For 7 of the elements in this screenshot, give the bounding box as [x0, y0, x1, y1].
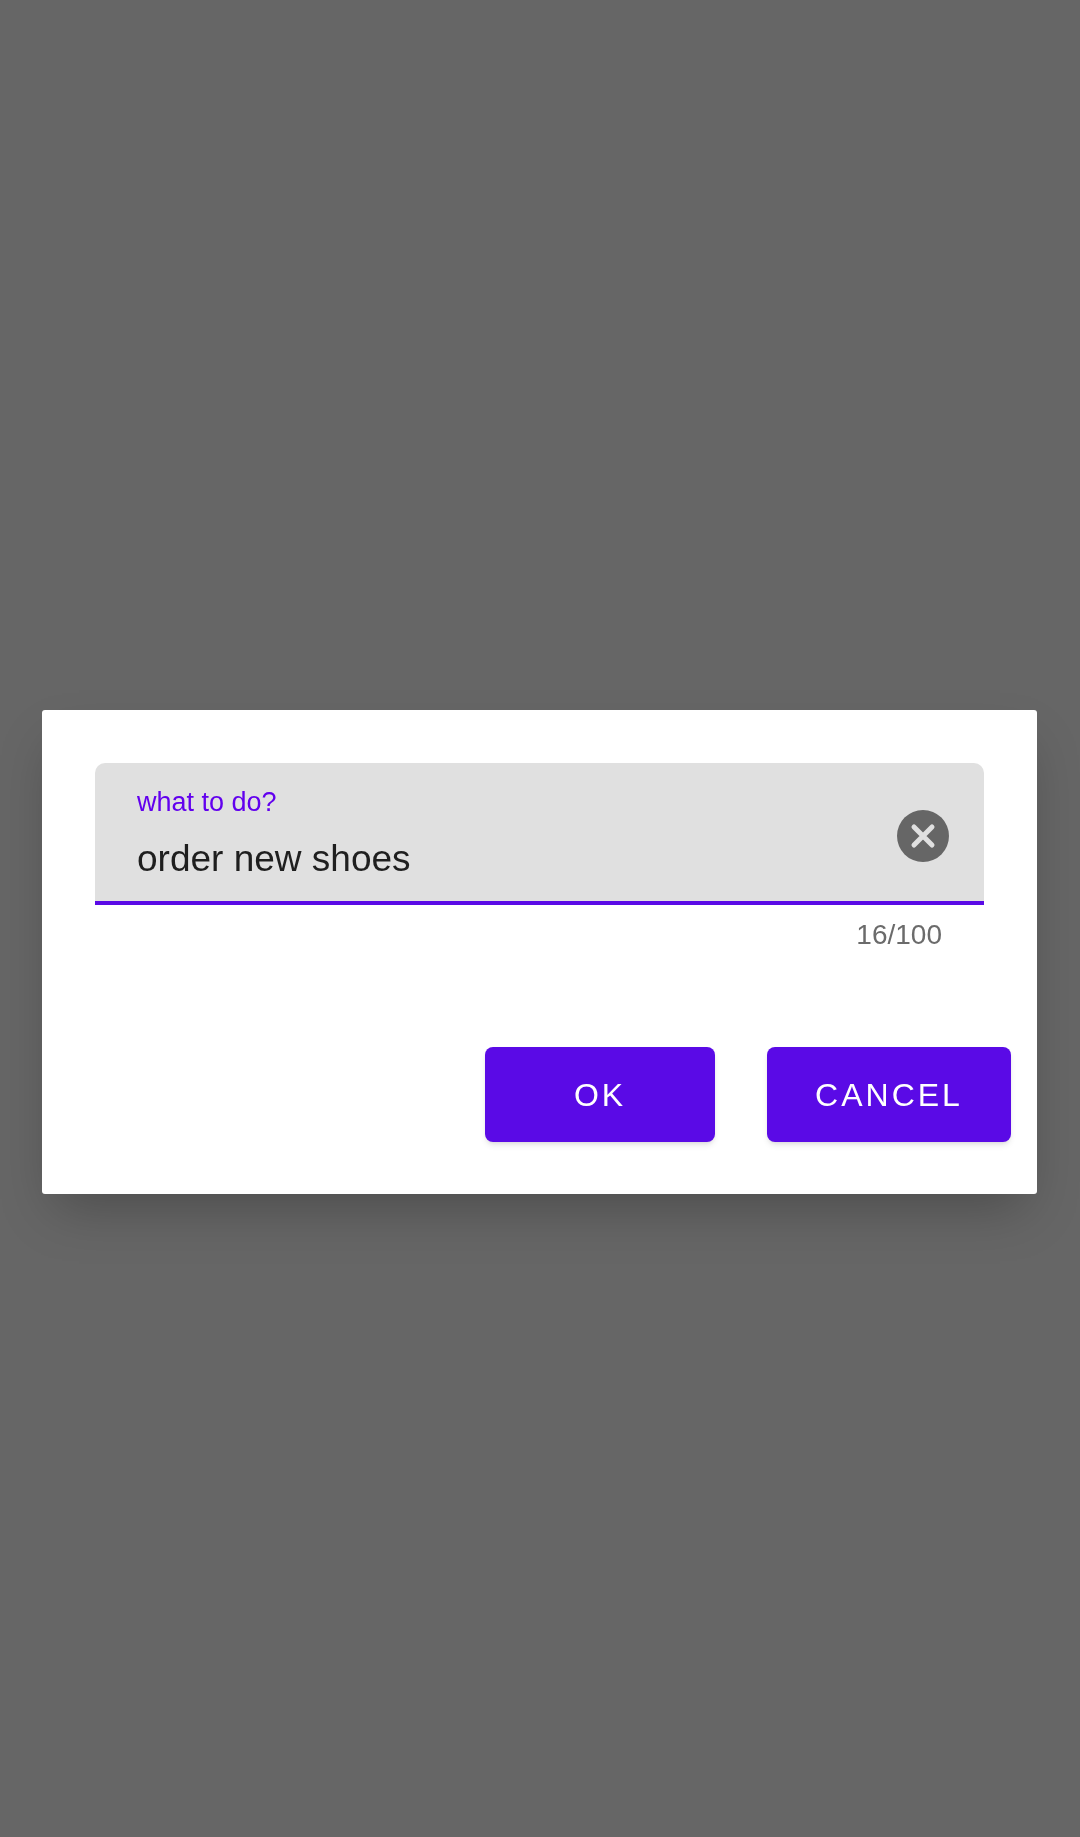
- text-input-field[interactable]: what to do? order new shoes: [95, 763, 984, 905]
- field-label: what to do?: [137, 789, 277, 816]
- character-counter: 16/100: [856, 921, 942, 949]
- clear-icon[interactable]: [897, 810, 949, 862]
- field-value[interactable]: order new shoes: [137, 838, 897, 880]
- dialog-button[interactable]: CANCEL: [767, 1047, 1011, 1142]
- dialog-button[interactable]: OK: [485, 1047, 715, 1142]
